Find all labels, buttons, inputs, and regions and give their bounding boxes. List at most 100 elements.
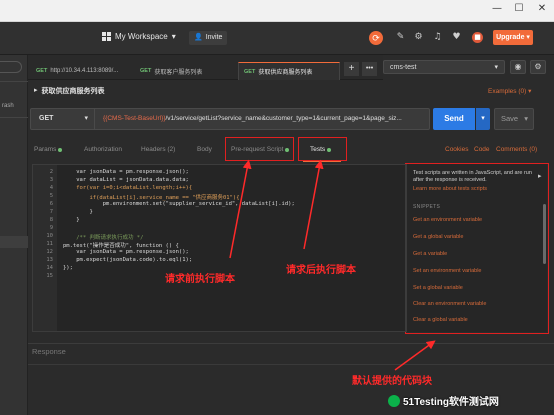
eye-icon[interactable]: ◉ xyxy=(510,60,526,74)
method-label: GET xyxy=(39,115,54,122)
upgrade-label: Upgrade xyxy=(496,34,525,41)
close-icon[interactable]: ✕ xyxy=(535,2,549,16)
sync-icon[interactable]: ⟳ xyxy=(369,31,383,45)
tab-request-2[interactable]: GET 获取客户服务列表 xyxy=(140,62,230,80)
workspace-selector[interactable]: My Workspace ▾ xyxy=(102,32,176,41)
chevron-down-icon: ▾ xyxy=(494,64,498,71)
interceptor-icon[interactable]: ✎ xyxy=(395,32,406,43)
send-button[interactable]: Send xyxy=(433,108,475,130)
snippet-item[interactable]: Get an environment variable xyxy=(413,217,482,223)
line-number: 8 xyxy=(49,217,53,223)
response-label: Response xyxy=(32,347,66,356)
minimize-icon[interactable]: — xyxy=(490,2,504,16)
snippet-item[interactable]: Get a global variable xyxy=(413,234,463,240)
sidebar-item-label[interactable]: rash xyxy=(2,103,14,109)
code-line: var dataList = jsonData.data.data; xyxy=(63,177,189,183)
line-number: 3 xyxy=(49,177,53,183)
method-select[interactable]: GET ▾ xyxy=(31,109,95,129)
annotation-snippets: 默认提供的代码块 xyxy=(352,376,432,387)
save-button[interactable]: Save ▾ xyxy=(494,108,534,130)
maximize-icon[interactable]: ☐ xyxy=(512,2,526,16)
learn-more-link[interactable]: Learn more about tests scripts xyxy=(413,186,487,192)
tab-method: GET xyxy=(244,68,256,75)
tab-label: 获取供应商服务列表 xyxy=(258,70,313,76)
caret-right-icon: ▸ xyxy=(34,87,38,94)
code-line: /** 判断请求执行成功 */ xyxy=(63,235,144,241)
line-number: 13 xyxy=(46,257,53,263)
line-number: 4 xyxy=(49,185,53,191)
snippet-item[interactable]: Set a global variable xyxy=(413,285,463,291)
tab-label: Params xyxy=(34,146,57,153)
highlight-prerequest-tab xyxy=(225,137,294,161)
line-number: 7 xyxy=(49,209,53,215)
snippets-heading: SNIPPETS xyxy=(413,204,441,210)
snippets-info: Test scripts are written in JavaScript, … xyxy=(413,170,532,184)
settings-icon[interactable]: ⚙ xyxy=(413,32,424,43)
upgrade-button[interactable]: Upgrade ▾ xyxy=(493,30,533,45)
invite-button[interactable]: 👤 Invite xyxy=(189,31,228,45)
snippets-panel: Test scripts are written in JavaScript, … xyxy=(406,164,547,332)
watermark-text: 51Testing软件测试网 xyxy=(403,397,499,408)
tab-request-3[interactable]: GET 获取供应商服务列表 xyxy=(238,62,340,80)
tab-authorization[interactable]: Authorization xyxy=(84,146,122,153)
annotation-tests: 请求后执行脚本 xyxy=(286,265,356,276)
notifications-icon[interactable]: ♫ xyxy=(432,32,443,43)
collapse-panel-icon[interactable]: ▸ xyxy=(538,172,542,180)
code-line: } xyxy=(63,209,93,215)
code-line: }); xyxy=(63,265,73,271)
highlight-tests-tab xyxy=(298,137,347,161)
comments-link[interactable]: Comments (0) xyxy=(496,146,537,153)
tab-request-1[interactable]: GET http://10.34.4.113:8089/... xyxy=(36,62,134,80)
tab-label: http://10.34.4.113:8089/... xyxy=(50,68,119,74)
snippet-item[interactable]: Get a variable xyxy=(413,251,447,257)
line-number: 10 xyxy=(46,233,53,239)
examples-label: Examples (0) xyxy=(488,88,527,95)
url-input[interactable]: {{CMS-Test-BaseUrl}}/v1/service/getList?… xyxy=(103,109,423,129)
heart-icon[interactable]: ♥ xyxy=(451,32,462,43)
cookies-link[interactable]: Cookies xyxy=(445,146,468,153)
status-dot xyxy=(58,147,63,152)
tab-label: Authorization xyxy=(84,146,122,153)
chevron-down-icon: ▾ xyxy=(171,32,176,41)
request-tabs: GET http://10.34.4.113:8089/... GET 获取客户… xyxy=(28,55,383,80)
code-line: var jsonData = pm.response.json(); xyxy=(63,249,189,255)
environment-label: cms-test xyxy=(390,64,417,71)
user-plus-icon: 👤 xyxy=(194,34,203,41)
divider xyxy=(28,364,554,365)
snippet-item[interactable]: Clear a global variable xyxy=(413,317,468,323)
request-title[interactable]: ▸ 获取供应商服务列表 xyxy=(34,86,105,96)
tab-body[interactable]: Body xyxy=(197,146,212,153)
tab-params[interactable]: Params xyxy=(34,146,63,153)
code-link[interactable]: Code xyxy=(474,146,490,153)
code-line: var jsonData = pm.response.json(); xyxy=(63,169,189,175)
examples-link[interactable]: Examples (0) ▾ xyxy=(488,87,531,95)
code-line: } xyxy=(63,217,80,223)
divider xyxy=(0,81,28,82)
tab-method: GET xyxy=(36,68,48,74)
new-tab-button[interactable]: + xyxy=(344,62,359,76)
snippet-item[interactable]: Clear an environment variable xyxy=(413,301,486,307)
line-number: 15 xyxy=(46,273,53,279)
tab-label: Body xyxy=(197,146,212,153)
avatar[interactable]: ■ xyxy=(472,32,483,43)
chevron-down-icon: ▾ xyxy=(84,115,88,122)
code-line: pm.expect(jsonData.code).to.eql(1); xyxy=(63,257,193,263)
sidebar-item-selected[interactable] xyxy=(0,236,28,248)
workspace-grid-icon xyxy=(102,32,111,41)
sidebar-search[interactable] xyxy=(0,61,22,73)
code-line: pm.test("操作是否成功", function () { xyxy=(63,243,179,249)
line-number: 14 xyxy=(46,265,53,271)
code-line: if(dataList[i].service_name == "供应商服务01"… xyxy=(63,195,240,201)
url-bar: GET ▾ {{CMS-Test-BaseUrl}}/v1/service/ge… xyxy=(30,108,430,130)
snippets-scrollbar[interactable] xyxy=(543,204,546,264)
send-options-button[interactable]: ▾ xyxy=(476,108,490,130)
environment-select[interactable]: cms-test ▾ xyxy=(383,60,505,74)
url-variable: {{CMS-Test-BaseUrl}} xyxy=(103,115,166,122)
snippet-item[interactable]: Set an environment variable xyxy=(413,268,481,274)
annotation-prerequest: 请求前执行脚本 xyxy=(165,274,235,285)
script-editor[interactable]: 2 3 4 5 6 7 8 9 10 11 12 13 14 15 var js… xyxy=(32,164,406,332)
tab-menu-button[interactable]: ••• xyxy=(362,62,377,76)
tab-headers[interactable]: Headers (2) xyxy=(141,146,175,153)
gear-icon[interactable]: ⚙ xyxy=(530,60,546,74)
chevron-down-icon: ▾ xyxy=(524,114,528,123)
